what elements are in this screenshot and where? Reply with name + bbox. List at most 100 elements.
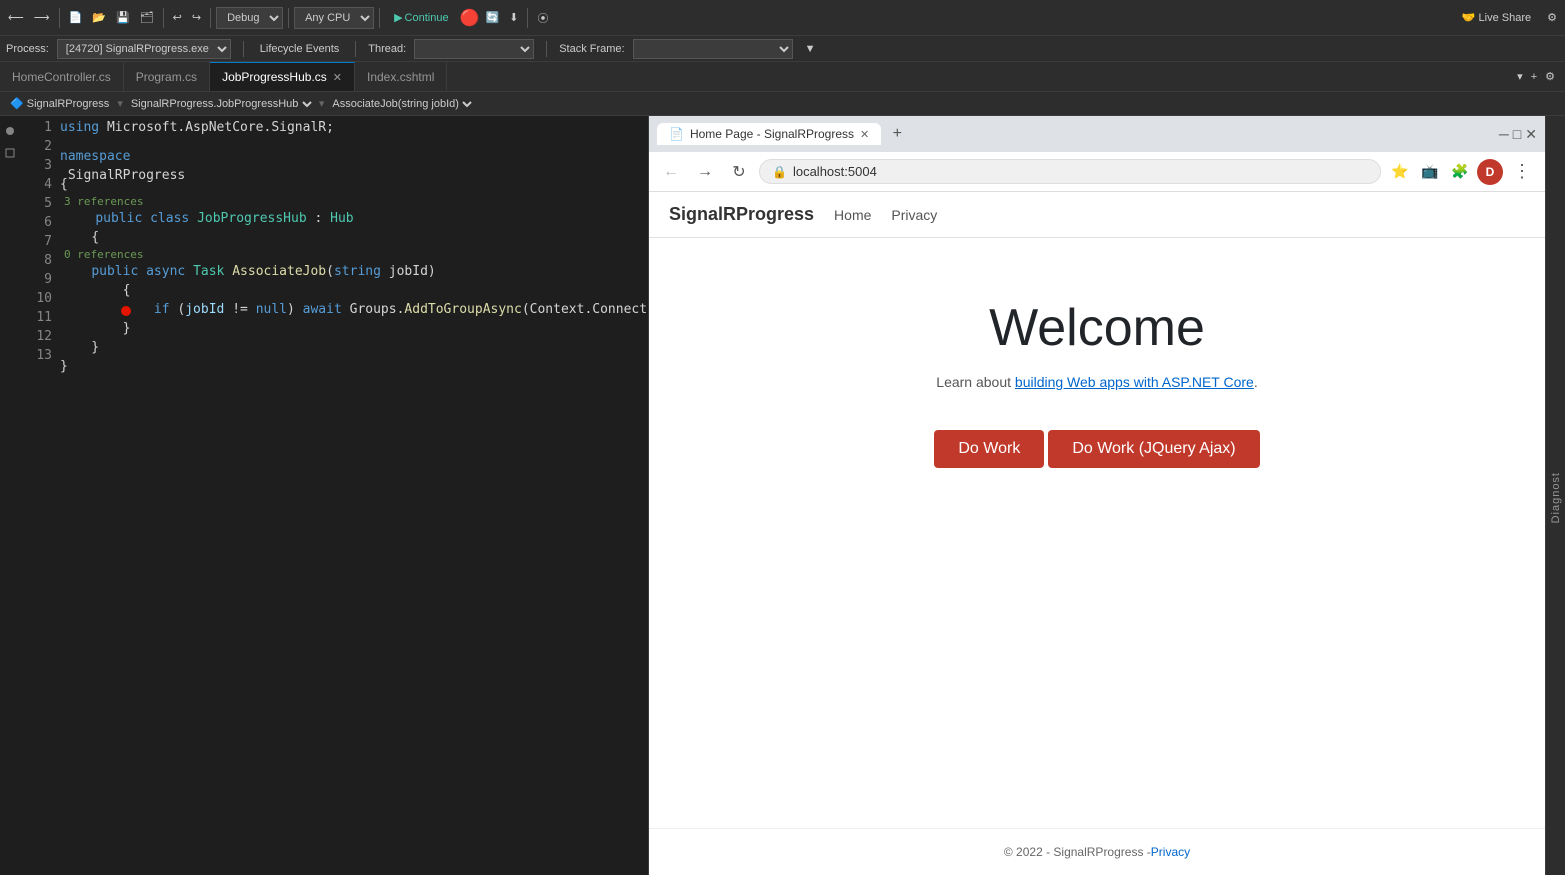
toolbar-left: ⟵ ⟶ 📄 📂 💾 🗂 ↩ ↪ Debug Any CPU ▶ Continue… bbox=[4, 7, 552, 29]
footer-privacy-link[interactable]: Privacy bbox=[1151, 845, 1190, 859]
site-subtitle: Learn about building Web apps with ASP.N… bbox=[936, 374, 1257, 390]
tab-index-label: Index.cshtml bbox=[367, 70, 434, 84]
left-gutter bbox=[0, 116, 20, 875]
browser-refresh-btn[interactable]: ↻ bbox=[725, 158, 753, 186]
sep4 bbox=[288, 8, 289, 28]
site-navbar: SignalRProgress Home Privacy bbox=[649, 192, 1545, 238]
browser-maximize-btn[interactable]: □ bbox=[1513, 126, 1521, 143]
back-btn[interactable]: ⟵ bbox=[4, 9, 28, 26]
sep2 bbox=[163, 8, 164, 28]
code-line-8: { bbox=[60, 281, 648, 300]
site-action-buttons: Do Work Do Work (JQuery Ajax) bbox=[934, 430, 1259, 468]
browser-toolbar: ← → ↻ 🔒 ⭐ 📺 🧩 D ⋮ bbox=[649, 152, 1545, 192]
browser-tab[interactable]: 📄 Home Page - SignalRProgress ✕ bbox=[657, 123, 881, 145]
site-footer: © 2022 - SignalRProgress - Privacy bbox=[649, 828, 1545, 875]
site-aspnet-link[interactable]: building Web apps with ASP.NET Core bbox=[1015, 374, 1254, 390]
live-share-btn[interactable]: 🤝 Live Share bbox=[1456, 9, 1537, 26]
browser-action-buttons: ⭐ 📺 🧩 D ⋮ bbox=[1387, 159, 1537, 185]
browser-new-tab-btn[interactable]: + bbox=[885, 122, 909, 146]
browser-close-btn[interactable]: ✕ bbox=[1525, 126, 1537, 143]
thread-label: Thread: bbox=[368, 43, 406, 55]
open-btn[interactable]: 📂 bbox=[88, 9, 110, 26]
code-line-4: { bbox=[60, 175, 648, 194]
browser-panel: 📄 Home Page - SignalRProgress ✕ + ─ □ ✕ … bbox=[648, 116, 1545, 875]
code-line-13 bbox=[60, 376, 648, 395]
process-select[interactable]: [24720] SignalRProgress.exe bbox=[57, 39, 231, 59]
code-line-6: { bbox=[60, 228, 648, 247]
nav-class-select[interactable]: SignalRProgress.JobProgressHub bbox=[127, 97, 315, 111]
site-nav-home[interactable]: Home bbox=[834, 207, 871, 223]
breakpoints-btn[interactable]: ⦿ bbox=[533, 8, 552, 28]
tab-homecontroller[interactable]: HomeController.cs bbox=[0, 62, 124, 91]
save-all-btn[interactable]: 🗂 bbox=[136, 9, 158, 26]
thread-select[interactable] bbox=[414, 39, 534, 59]
tab-jobprogresshub[interactable]: JobProgressHub.cs ✕ bbox=[210, 62, 355, 91]
browser-ext-btn[interactable]: 🧩 bbox=[1447, 159, 1473, 185]
gutter-breakpoints-icon[interactable] bbox=[3, 124, 17, 138]
sep-stack bbox=[546, 41, 547, 57]
step-over-btn[interactable]: ⬇ bbox=[505, 9, 522, 26]
nav-sep1: ▾ bbox=[117, 97, 123, 110]
settings-icon-btn[interactable]: ⚙ bbox=[1541, 68, 1559, 85]
site-welcome-heading: Welcome bbox=[989, 298, 1205, 358]
right-sidebar: Diagnost bbox=[1545, 116, 1565, 875]
save-btn[interactable]: 💾 bbox=[112, 9, 134, 26]
hint-line-7: 0 references bbox=[60, 247, 648, 262]
main-toolbar: ⟵ ⟶ 📄 📂 💾 🗂 ↩ ↪ Debug Any CPU ▶ Continue… bbox=[0, 0, 1565, 36]
browser-cast-btn[interactable]: 📺 bbox=[1417, 159, 1443, 185]
nav-method-select[interactable]: AssociateJob(string jobId) bbox=[328, 97, 475, 111]
browser-profile-btn[interactable]: D bbox=[1477, 159, 1503, 185]
code-line-7: public async Task AssociateJob(string jo… bbox=[60, 262, 648, 281]
tab-jobprogresshub-close[interactable]: ✕ bbox=[333, 71, 342, 84]
cpu-config-select[interactable]: Any CPU bbox=[294, 7, 374, 29]
process-bar: Process: [24720] SignalRProgress.exe Lif… bbox=[0, 36, 1565, 62]
address-bar[interactable]: 🔒 bbox=[759, 159, 1381, 184]
tab-homecontroller-label: HomeController.cs bbox=[12, 70, 111, 84]
forward-btn[interactable]: ⟶ bbox=[30, 9, 54, 26]
editor-tab-bar: HomeController.cs Program.cs JobProgress… bbox=[0, 62, 1565, 92]
tab-list-btn[interactable]: ▾ bbox=[1513, 68, 1527, 85]
debug-config-select[interactable]: Debug bbox=[216, 7, 283, 29]
browser-minimize-btn[interactable]: ─ bbox=[1499, 126, 1509, 143]
continue-btn[interactable]: ▶ Continue bbox=[385, 8, 458, 27]
bookmark-page-btn[interactable]: ⭐ bbox=[1387, 159, 1413, 185]
tab-program-label: Program.cs bbox=[136, 70, 197, 84]
tab-program[interactable]: Program.cs bbox=[124, 62, 210, 91]
address-input[interactable] bbox=[793, 164, 1368, 179]
undo-btn[interactable]: ↩ bbox=[169, 9, 186, 26]
browser-titlebar: 📄 Home Page - SignalRProgress ✕ + ─ □ ✕ bbox=[649, 116, 1545, 152]
restart-btn[interactable]: 🔄 bbox=[482, 9, 504, 26]
code-line-9: if (jobId != null) await Groups.AddToGro… bbox=[60, 300, 648, 319]
browser-tab-close[interactable]: ✕ bbox=[860, 128, 869, 141]
tab-actions: ▾ + ⚙ bbox=[1513, 68, 1565, 85]
website-content: SignalRProgress Home Privacy Welcome Lea… bbox=[649, 192, 1545, 875]
stack-frame-select[interactable] bbox=[633, 39, 793, 59]
gutter-test-icon[interactable] bbox=[3, 146, 17, 160]
stack-expand-btn[interactable]: ▼ bbox=[801, 41, 820, 57]
browser-back-btn[interactable]: ← bbox=[657, 158, 685, 186]
lifecycle-events-btn[interactable]: Lifecycle Events bbox=[256, 41, 343, 57]
code-line-11: } bbox=[60, 338, 648, 357]
code-line-1: using Microsoft.AspNetCore.SignalR; bbox=[60, 118, 648, 137]
browser-forward-btn[interactable]: → bbox=[691, 158, 719, 186]
stop-icon: 🔴 bbox=[460, 8, 480, 28]
new-project-btn[interactable]: 📄 bbox=[65, 9, 87, 26]
do-work-jquery-button[interactable]: Do Work (JQuery Ajax) bbox=[1048, 430, 1259, 468]
new-tab-btn[interactable]: + bbox=[1527, 69, 1541, 85]
stack-frame-label: Stack Frame: bbox=[559, 43, 624, 55]
tab-jobprogresshub-label: JobProgressHub.cs bbox=[222, 70, 327, 84]
nav-project[interactable]: 🔷 SignalRProgress bbox=[6, 97, 113, 110]
browser-menu-btn[interactable]: ⋮ bbox=[1507, 159, 1537, 185]
code-line-12: } bbox=[60, 357, 648, 376]
tab-index[interactable]: Index.cshtml bbox=[355, 62, 447, 91]
diagnostics-label[interactable]: Diagnost bbox=[1547, 464, 1565, 531]
do-work-button[interactable]: Do Work bbox=[934, 430, 1044, 468]
site-nav-privacy[interactable]: Privacy bbox=[891, 207, 937, 223]
settings-btn[interactable]: ⚙ bbox=[1543, 9, 1561, 26]
browser-tab-favicon: 📄 bbox=[669, 127, 684, 141]
code-text[interactable]: using Microsoft.AspNetCore.SignalR; name… bbox=[60, 116, 648, 875]
code-editor[interactable]: 1 2 3 4 5 6 7 8 9 10 11 12 13 using Micr… bbox=[20, 116, 648, 875]
code-block-5: 3 references public class JobProgressHub… bbox=[60, 194, 648, 228]
code-line-3: namespace SignalRProgress bbox=[60, 156, 648, 175]
redo-btn[interactable]: ↪ bbox=[188, 9, 205, 26]
